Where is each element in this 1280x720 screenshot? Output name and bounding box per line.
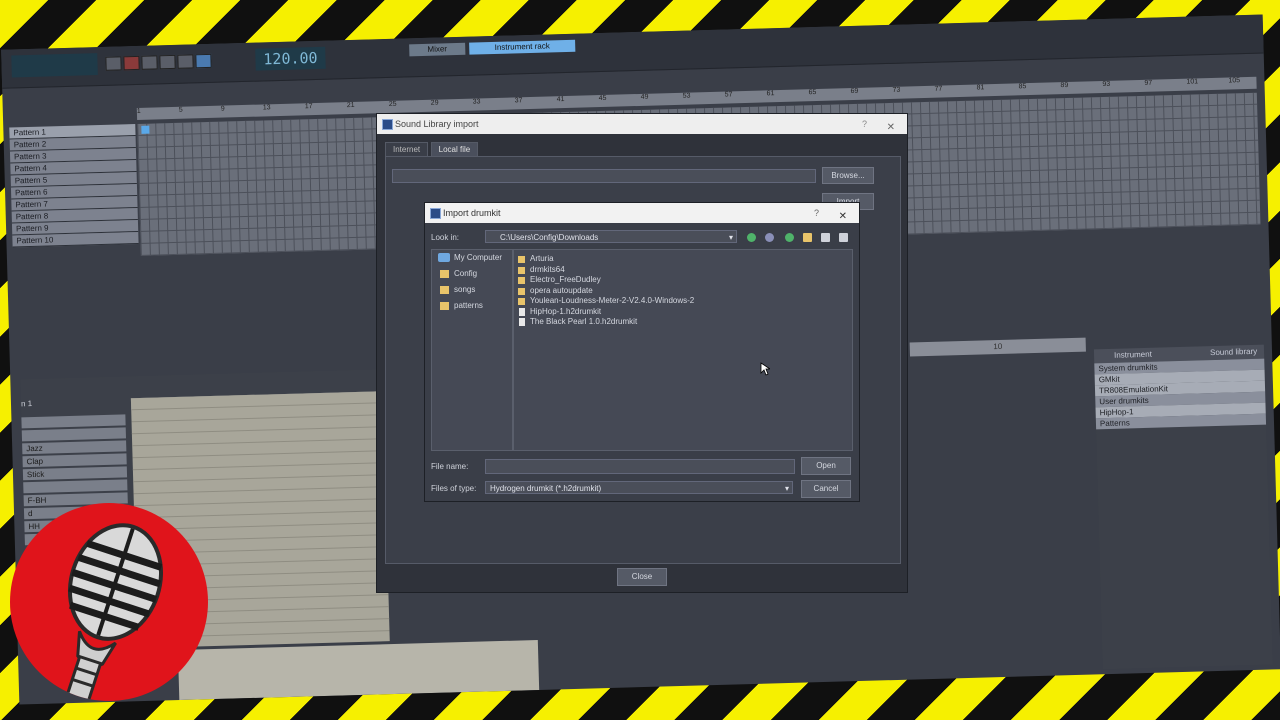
folder-icon [440,286,449,294]
list-item[interactable]: HipHop-1.h2drumkit [514,307,852,318]
app-icon [382,119,393,130]
folder-icon [518,266,525,274]
local-file-path-input[interactable] [392,169,816,183]
parent-folder-icon[interactable] [785,233,794,242]
list-item[interactable]: The Black Pearl 1.0.h2drumkit [514,317,852,328]
sidebar-item-patterns[interactable]: patterns [432,298,512,314]
list-item[interactable]: Electro_FreeDudley [514,275,852,286]
loop-button[interactable] [195,53,212,69]
dialog-tabs: Internet Local file [385,142,479,157]
folder-icon [440,270,449,278]
help-icon[interactable]: ? [814,203,819,223]
bpm-display[interactable]: 120.00 [255,46,326,71]
sound-library-tab[interactable]: Sound library [1154,347,1257,359]
instrument-rack-tab[interactable]: Instrument rack [469,39,576,55]
dialog-title: Sound Library import [395,119,479,129]
pattern-name: n 1 [20,399,33,409]
new-folder-icon[interactable] [803,233,812,242]
places-sidebar: My Computer Config songs patterns [431,249,513,451]
app-icon [430,208,441,219]
close-button[interactable]: Close [617,568,667,586]
dialog-title: Import drumkit [443,208,501,218]
file-name-input[interactable] [485,459,795,474]
mixer-tab[interactable]: Mixer [409,42,466,57]
close-icon[interactable]: ✕ [839,207,847,227]
mouse-cursor-icon [760,362,770,376]
pattern-list: Pattern 1 Pattern 2 Pattern 3 Pattern 4 … [9,124,139,248]
list-item[interactable]: Arturia [514,254,852,265]
look-in-label: Look in: [431,233,460,242]
sidebar-item-my-computer[interactable]: My Computer [432,250,512,266]
stop-button[interactable] [159,54,176,70]
sidebar-item-songs[interactable]: songs [432,282,512,298]
microphone-icon [65,523,164,701]
forward-button[interactable] [177,54,194,69]
list-item[interactable]: drmkits64 [514,265,852,276]
folder-icon [518,287,525,295]
file-name-label: File name: [431,462,469,471]
instrument-tab[interactable]: Instrument [1094,350,1152,361]
chevron-down-icon: ▾ [784,484,789,493]
back-icon[interactable] [747,233,756,242]
help-icon[interactable]: ? [862,114,867,134]
tab-local-file[interactable]: Local file [430,142,479,156]
detail-view-icon[interactable] [839,233,848,242]
folder-icon [518,256,525,263]
tab-internet[interactable]: Internet [385,142,429,157]
forward-icon[interactable] [765,233,774,242]
browse-button[interactable]: Browse... [822,167,874,184]
list-view-icon[interactable] [821,233,830,242]
sound-library-panel: Instrument Sound library System drumkits… [1093,344,1273,670]
folder-icon [518,298,525,305]
close-icon[interactable]: ✕ [887,118,895,138]
file-icon [519,318,525,326]
chevron-down-icon: ▾ [728,233,733,242]
pattern-row[interactable]: Pattern 10 [12,231,139,248]
active-pattern-cell[interactable] [141,125,150,134]
list-item[interactable]: opera autoupdate [514,286,852,297]
import-drumkit-dialog: Import drumkit ? ✕ Look in: C:\Users\Con… [424,202,860,502]
file-list: Arturia drmkits64 Electro_FreeDudley ope… [513,249,853,451]
microphone-logo [10,503,208,701]
time-display [11,53,98,78]
folder-icon [440,302,449,310]
dialog-titlebar: Import drumkit ? ✕ [425,203,859,223]
look-in-combo[interactable]: C:\Users\Config\Downloads ▾ [485,230,737,243]
mixer-strip-area [177,639,540,701]
files-of-type-label: Files of type: [431,484,477,493]
record-button[interactable] [123,55,140,71]
computer-icon [438,253,450,262]
sidebar-item-config[interactable]: Config [432,266,512,282]
rewind-button[interactable] [105,56,122,71]
files-of-type-select[interactable]: Hydrogen drumkit (*.h2drumkit) ▾ [485,481,793,494]
play-button[interactable] [141,55,158,70]
cancel-button[interactable]: Cancel [801,480,851,498]
list-item[interactable]: Youlean-Loudness-Meter-2-V2.4.0-Windows-… [514,296,852,307]
file-icon [519,307,525,316]
folder-icon [518,277,525,284]
dialog-titlebar: Sound Library import ? ✕ [377,114,907,134]
open-button[interactable]: Open [801,457,851,475]
pattern-far-ruler: 10 [909,337,1086,357]
